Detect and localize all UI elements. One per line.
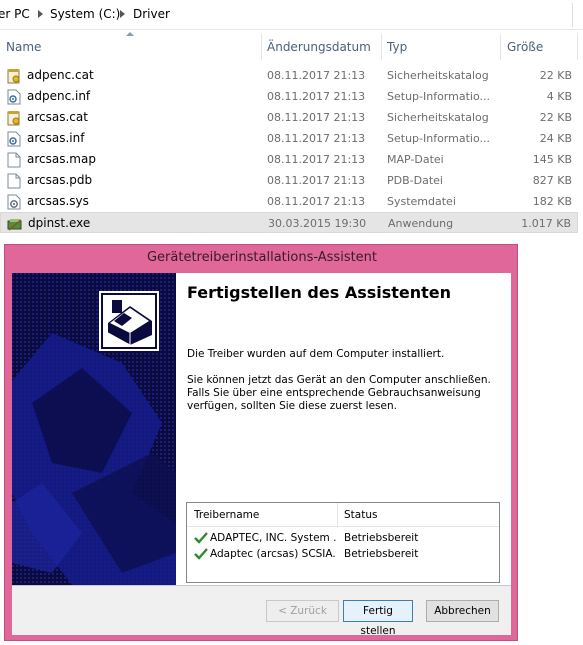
driver-list-header: Treibername Status (187, 503, 499, 527)
breadcrumb-driver[interactable]: Driver (133, 7, 170, 21)
column-divider[interactable] (500, 34, 501, 60)
driver-row[interactable]: ADAPTEC, INC. System ... Betriebsbereit (187, 530, 499, 546)
column-divider[interactable] (337, 503, 338, 527)
file-name[interactable]: arcsas.map (27, 152, 96, 166)
file-type: Sicherheitskatalog (387, 69, 489, 82)
file-size: 4 KB (546, 90, 572, 103)
dialog-title[interactable]: Gerätetreiberinstallations-Assistent (5, 250, 519, 265)
driver-status: Betriebsbereit (344, 548, 419, 560)
catalog-icon (7, 111, 20, 126)
file-row[interactable]: arcsas.map 08.11.2017 21:13 MAP-Datei 14… (0, 149, 578, 170)
finish-button[interactable]: Fertig stellen (343, 600, 413, 637)
file-type: Anwendung (388, 217, 454, 230)
driver-install-wizard-dialog: Gerätetreiberinstallations-Assistent Fer… (4, 244, 518, 641)
file-row[interactable]: arcsas.cat 08.11.2017 21:13 Sicherheitsk… (0, 107, 578, 128)
driver-status: Betriebsbereit (344, 532, 419, 544)
file-date: 08.11.2017 21:13 (267, 153, 366, 166)
setup-info-icon (7, 131, 21, 147)
hardware-banner-art (12, 273, 176, 585)
column-divider[interactable] (261, 34, 262, 60)
catalog-icon (7, 69, 20, 84)
driver-row[interactable]: Adaptec (arcsas) SCSIA... Betriebsbereit (187, 546, 499, 562)
wizard-heading: Fertigstellen des Assistenten (187, 283, 452, 302)
wizard-content: Fertigstellen des Assistenten Die Treibe… (12, 273, 511, 585)
file-row-selected[interactable]: dpinst.exe 30.03.2015 19:30 Anwendung 1.… (0, 212, 578, 233)
file-size: 182 KB (532, 195, 572, 208)
dialog-body: Fertigstellen des Assistenten Die Treibe… (12, 273, 511, 637)
chevron-right-icon[interactable] (120, 10, 125, 18)
file-size: 145 KB (532, 153, 572, 166)
driver-list[interactable]: Treibername Status ADAPTEC, INC. System … (186, 502, 500, 583)
file-row[interactable]: arcsas.pdb 08.11.2017 21:13 PDB-Datei 82… (0, 170, 578, 191)
wizard-instructions-text: Sie können jetzt das Gerät an den Comput… (187, 374, 491, 412)
column-header-status[interactable]: Status (344, 509, 377, 521)
setup-info-icon (7, 89, 21, 105)
file-row[interactable]: adpenc.inf 08.11.2017 21:13 Setup-Inform… (0, 86, 578, 107)
file-type: MAP-Datei (387, 153, 444, 166)
file-date: 08.11.2017 21:13 (267, 111, 366, 124)
cancel-button[interactable]: Abbrechen (426, 600, 499, 622)
file-name[interactable]: arcsas.inf (27, 131, 84, 145)
driver-name: ADAPTEC, INC. System ... (210, 532, 336, 544)
file-date: 08.11.2017 21:13 (267, 132, 366, 145)
wizard-status-text: Die Treiber wurden auf dem Computer inst… (187, 348, 445, 360)
breadcrumb-system-drive[interactable]: System (C:) (50, 7, 120, 21)
back-button[interactable]: < Zurück (266, 600, 339, 622)
file-date: 08.11.2017 21:13 (267, 69, 366, 82)
checkmark-icon (194, 532, 208, 544)
file-size: 22 KB (539, 69, 572, 82)
file-size: 827 KB (532, 174, 572, 187)
file-row[interactable]: arcsas.inf 08.11.2017 21:13 Setup-Inform… (0, 128, 578, 149)
file-name[interactable]: dpinst.exe (28, 216, 90, 230)
file-icon (7, 152, 21, 168)
file-type: Setup-Informatio... (387, 132, 490, 145)
file-type: Setup-Informatio... (387, 90, 490, 103)
column-header-driver-name[interactable]: Treibername (194, 509, 259, 521)
file-date: 30.03.2015 19:30 (268, 217, 367, 230)
column-header-modified[interactable]: Änderungsdatum (267, 40, 371, 54)
file-type: Systemdatei (387, 195, 456, 208)
column-divider[interactable] (577, 34, 578, 60)
column-header-name[interactable]: Name (6, 40, 41, 54)
button-area-divider (12, 585, 511, 586)
file-name[interactable]: arcsas.cat (27, 110, 88, 124)
file-size: 24 KB (539, 132, 572, 145)
file-name[interactable]: adpenc.inf (27, 89, 90, 103)
file-row[interactable]: arcsas.sys 08.11.2017 21:13 Systemdatei … (0, 191, 578, 212)
file-name[interactable]: arcsas.sys (27, 194, 89, 208)
file-name[interactable]: adpenc.cat (27, 68, 94, 82)
address-bar-divider (572, 3, 573, 27)
file-date: 08.11.2017 21:13 (267, 195, 366, 208)
file-date: 08.11.2017 21:13 (267, 174, 366, 187)
column-header-type[interactable]: Typ (387, 40, 407, 54)
driver-name: Adaptec (arcsas) SCSIA... (210, 548, 336, 560)
column-header-size[interactable]: Größe (507, 40, 543, 54)
system-file-icon (7, 194, 21, 210)
chevron-right-icon[interactable] (38, 10, 43, 18)
file-name[interactable]: arcsas.pdb (27, 173, 92, 187)
installer-icon (7, 219, 22, 231)
file-size: 22 KB (539, 111, 572, 124)
breadcrumb-this-pc[interactable]: er PC (0, 7, 30, 21)
file-row[interactable]: adpenc.cat 08.11.2017 21:13 Sicherheitsk… (0, 65, 578, 86)
file-type: Sicherheitskatalog (387, 111, 489, 124)
sort-ascending-icon (126, 32, 134, 36)
file-size: 1.017 KB (521, 217, 571, 230)
address-bar[interactable]: er PC System (C:) Driver (0, 0, 583, 30)
column-divider[interactable] (381, 34, 382, 60)
checkmark-icon (194, 548, 208, 560)
file-date: 08.11.2017 21:13 (267, 90, 366, 103)
file-icon (7, 173, 21, 189)
wizard-side-banner (12, 273, 176, 585)
file-type: PDB-Datei (387, 174, 443, 187)
